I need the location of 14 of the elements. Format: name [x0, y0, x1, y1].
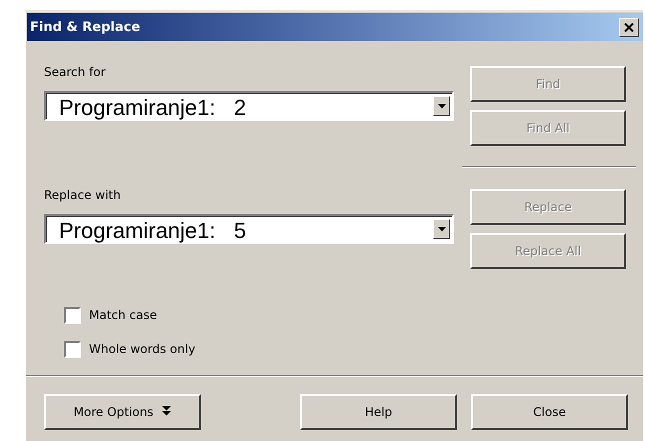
field-label: Replace with: [44, 187, 122, 204]
checkbox[interactable]: [64, 306, 81, 324]
field-label: Search for: [44, 64, 107, 81]
close-icon: [624, 22, 634, 32]
dialog-button[interactable]: Close: [471, 394, 628, 430]
more-options-button[interactable]: More Options: [44, 394, 201, 430]
checkbox-label: Whole words only: [89, 342, 196, 356]
checkbox[interactable]: [64, 340, 81, 358]
window-title: Find & Replace: [30, 20, 140, 34]
close-button[interactable]: [619, 18, 639, 36]
combo-box[interactable]: Programiranje1: 2: [44, 91, 454, 121]
checkbox-label: Match case: [89, 308, 158, 322]
dialog-button[interactable]: Help: [300, 394, 457, 430]
combo-box[interactable]: Programiranje1: 5: [44, 214, 454, 244]
